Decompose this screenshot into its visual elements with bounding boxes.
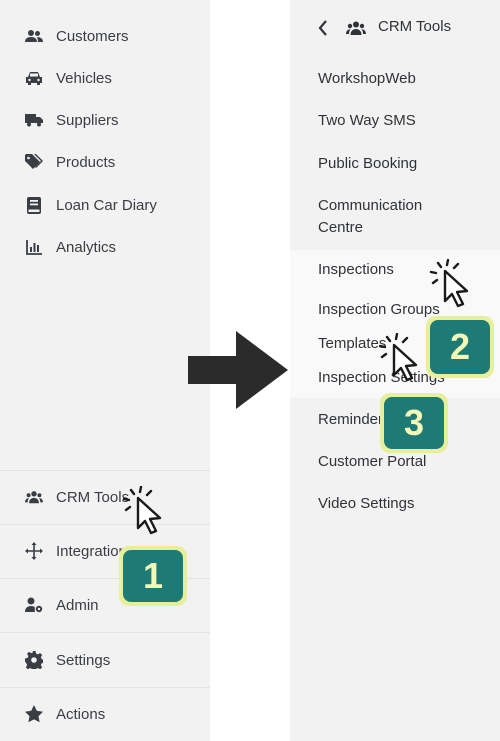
step-number: 1 — [142, 555, 164, 596]
submenu-item-two-way-sms[interactable]: Two Way SMS — [318, 110, 416, 132]
sidebar-item-label: Settings — [56, 651, 111, 669]
submenu-item-customer-portal[interactable]: Customer Portal — [318, 451, 426, 473]
step-badge-3: 3 — [380, 393, 448, 453]
sidebar-item-actions[interactable]: Actions — [0, 693, 210, 735]
sidebar-item-analytics[interactable]: Analytics — [0, 226, 210, 268]
sidebar-item-label: Suppliers — [56, 111, 119, 129]
step-badge-1: 1 — [119, 546, 187, 606]
step-number: 2 — [449, 326, 471, 367]
book-icon — [25, 196, 43, 214]
gear-icon — [25, 651, 43, 669]
arrows-move-icon — [25, 542, 43, 560]
click-cursor-icon — [122, 486, 162, 535]
click-cursor-icon — [378, 333, 418, 382]
sidebar-item-settings[interactable]: Settings — [0, 639, 210, 681]
sidebar-item-crm-tools[interactable]: CRM Tools — [0, 476, 210, 518]
divider — [0, 632, 210, 633]
submenu-item-communication-centre[interactable]: Communication — [318, 195, 422, 217]
star-icon — [25, 705, 43, 723]
main-sidebar: Customers Vehicles Suppliers Products Lo… — [0, 0, 210, 741]
sidebar-item-label: Products — [56, 153, 116, 171]
people-group-icon — [25, 488, 43, 506]
submenu-header[interactable]: CRM Tools — [290, 14, 500, 42]
sidebar-item-label: Customers — [56, 27, 129, 45]
submenu-item-public-booking[interactable]: Public Booking — [318, 153, 417, 175]
divider — [0, 524, 210, 525]
user-cog-icon — [25, 596, 43, 614]
sidebar-item-label: Loan Car Diary — [56, 196, 157, 214]
divider — [0, 470, 210, 471]
sidebar-item-customers[interactable]: Customers — [0, 15, 210, 57]
sidebar-item-label: Analytics — [56, 238, 117, 256]
chart-icon — [25, 238, 43, 256]
sidebar-item-loan-car-diary[interactable]: Loan Car Diary — [0, 184, 210, 226]
submenu-item-workshopweb[interactable]: WorkshopWeb — [318, 68, 416, 90]
users-icon — [25, 27, 43, 45]
step-number: 3 — [403, 402, 425, 443]
sidebar-item-suppliers[interactable]: Suppliers — [0, 99, 210, 141]
sidebar-item-label: CRM Tools — [56, 488, 130, 506]
sidebar-item-vehicles[interactable]: Vehicles — [0, 57, 210, 99]
submenu-item-video-settings[interactable]: Video Settings — [318, 493, 414, 515]
sidebar-item-products[interactable]: Products — [0, 141, 210, 183]
submenu-item-inspection-groups[interactable]: Inspection Groups — [318, 299, 440, 321]
click-cursor-icon — [429, 259, 469, 308]
submenu-item-inspections[interactable]: Inspections — [318, 259, 394, 281]
sidebar-item-label: Actions — [56, 705, 106, 723]
sidebar-item-label: Vehicles — [56, 69, 112, 87]
submenu-item-communication-centre-line2[interactable]: Centre — [318, 217, 363, 239]
sidebar-item-label: Admin — [56, 596, 99, 614]
people-group-icon — [346, 21, 366, 40]
arrow-right-icon — [188, 331, 288, 409]
submenu-title: CRM Tools — [378, 18, 452, 35]
truck-icon — [25, 111, 43, 129]
car-icon — [25, 69, 43, 87]
chevron-left-icon[interactable] — [318, 20, 328, 41]
divider — [0, 687, 210, 688]
tag-icon — [25, 153, 43, 171]
step-badge-2: 2 — [426, 316, 494, 378]
